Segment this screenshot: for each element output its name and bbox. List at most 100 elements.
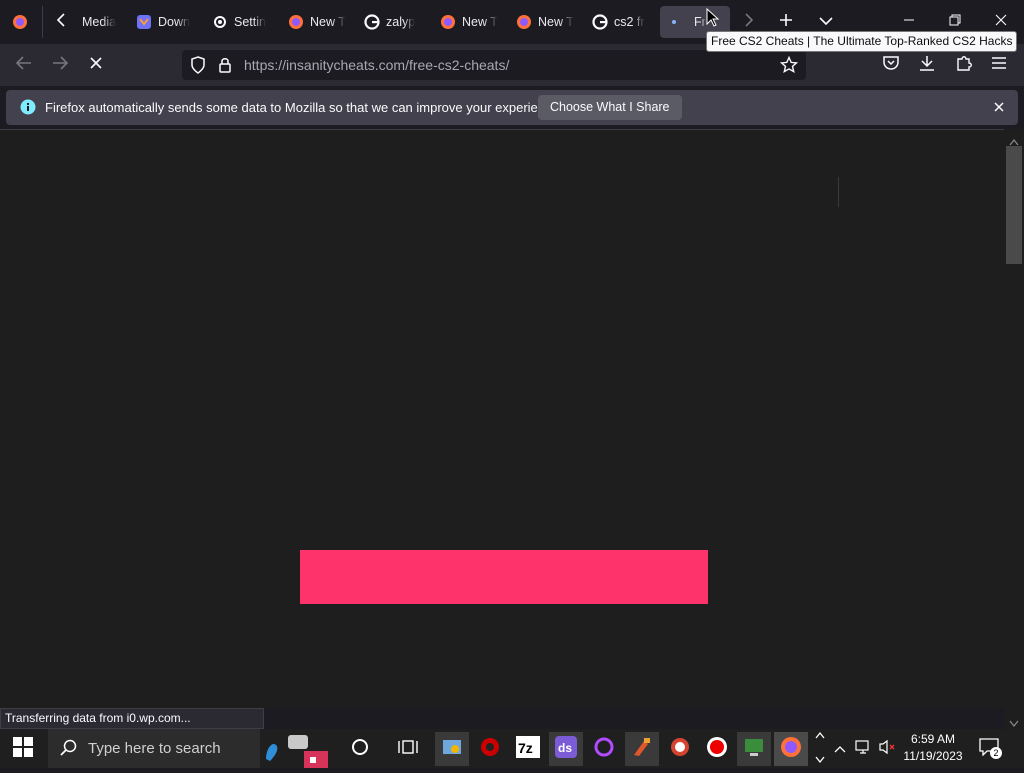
monitor-app-icon	[743, 736, 765, 763]
google-icon	[592, 14, 608, 30]
tab-new-tab-1[interactable]: New T	[284, 6, 346, 38]
chevron-up-icon	[834, 740, 846, 758]
red-gear-app-icon	[479, 736, 501, 763]
brush-app-icon	[631, 736, 653, 763]
gear-icon	[212, 14, 228, 30]
cortana-button[interactable]	[343, 732, 377, 766]
close-icon	[995, 13, 1007, 31]
network-status-button[interactable]	[852, 732, 876, 766]
stop-loading-button[interactable]	[84, 53, 108, 77]
close-icon	[994, 102, 1004, 112]
notification-icon: 2	[979, 737, 1002, 761]
google-icon	[364, 14, 380, 30]
divider	[42, 6, 43, 38]
windows-logo-icon	[13, 736, 33, 762]
task-view-button[interactable]	[391, 732, 425, 766]
taskbar-scroll-button[interactable]	[812, 729, 828, 768]
volume-button[interactable]	[876, 732, 900, 766]
svg-text:ds: ds	[558, 741, 572, 755]
app-menu-button[interactable]	[991, 56, 1007, 75]
arrow-left-icon	[15, 55, 32, 75]
taskbar-app-recorder[interactable]	[700, 732, 734, 766]
opera-gx-icon	[593, 736, 615, 763]
ds-app-icon: ds	[555, 735, 577, 763]
firefox-icon	[780, 736, 802, 763]
start-button[interactable]	[6, 732, 40, 766]
page-banner-block[interactable]	[300, 550, 708, 604]
clock-date: 11/19/2023	[903, 749, 963, 763]
cortana-circle-icon	[351, 738, 369, 761]
tab-label: Media	[82, 15, 117, 29]
divider	[0, 129, 1024, 130]
notification-count-badge: 2	[990, 746, 1002, 759]
tab-google-zalyp[interactable]: zalyp	[360, 6, 422, 38]
tab-label: cs2 fr	[614, 15, 645, 29]
download-shield-icon	[136, 14, 152, 30]
scroll-tabs-left-button[interactable]	[50, 6, 72, 38]
tab-label: Down	[158, 15, 190, 29]
mouse-cursor-icon	[706, 7, 720, 33]
notification-bar: Firefox automatically sends some data to…	[6, 90, 1018, 125]
record-icon	[706, 736, 728, 763]
tab-label: Settin	[234, 15, 266, 29]
bookmark-star-icon[interactable]	[779, 55, 799, 79]
choose-what-i-share-button[interactable]: Choose What I Share	[538, 95, 682, 120]
puzzle-icon	[955, 56, 973, 76]
tab-media[interactable]: Media	[76, 6, 120, 38]
scrollbar-thumb[interactable]	[1006, 146, 1022, 264]
taskbar-app-control-panel[interactable]	[435, 732, 469, 766]
tab-downloads[interactable]: Down	[132, 6, 196, 38]
cpu-app-icon	[669, 736, 691, 763]
tab-label: New T	[538, 15, 574, 29]
tab-label: zalyp	[386, 15, 416, 29]
clock-time: 6:59 AM	[910, 732, 956, 746]
taskbar-search-box[interactable]: Type here to search	[48, 729, 260, 768]
info-icon	[20, 99, 36, 120]
chevron-down-icon	[819, 13, 833, 31]
back-button[interactable]	[12, 53, 36, 77]
tab-google-cs2[interactable]: cs2 fr	[588, 6, 650, 38]
search-placeholder: Type here to search	[88, 740, 221, 757]
show-hidden-icons-button[interactable]	[830, 732, 850, 766]
taskbar-app-7zip[interactable]: 7z	[511, 732, 545, 766]
taskbar-app-opera[interactable]	[587, 732, 621, 766]
taskbar-app-cpu[interactable]	[663, 732, 697, 766]
taskbar-app-gear-red[interactable]	[473, 732, 507, 766]
downloads-button[interactable]	[918, 54, 936, 77]
taskbar-clock[interactable]: 6:59 AM 11/19/2023	[900, 731, 966, 765]
forward-button[interactable]	[48, 53, 72, 77]
action-center-button[interactable]: 2	[972, 732, 1006, 766]
minimize-icon	[903, 13, 915, 31]
close-notification-button[interactable]	[993, 100, 1005, 118]
download-icon	[918, 56, 936, 76]
search-highlight-image[interactable]	[262, 729, 338, 768]
firefox-icon	[440, 14, 456, 30]
taskbar-app-ccleaner[interactable]	[625, 732, 659, 766]
url-text[interactable]: https://insanitycheats.com/free-cs2-chea…	[244, 57, 509, 73]
7zip-icon: 7z	[516, 735, 540, 763]
pocket-button[interactable]	[882, 54, 900, 77]
tab-tooltip: Free CS2 Cheats | The Ultimate Top-Ranke…	[706, 31, 1018, 52]
firefox-icon	[288, 14, 304, 30]
plus-icon	[779, 13, 793, 32]
task-view-icon	[398, 738, 418, 761]
taskbar-app-firefox[interactable]	[774, 732, 808, 766]
divider	[838, 177, 839, 207]
taskbar-app-monitor[interactable]	[737, 732, 771, 766]
firefox-view-tab[interactable]	[8, 6, 34, 38]
chevron-right-icon	[743, 12, 755, 32]
loading-dot-icon	[666, 14, 682, 30]
speaker-muted-icon	[879, 739, 897, 760]
lock-icon[interactable]	[218, 56, 232, 79]
url-bar[interactable]: https://insanitycheats.com/free-cs2-chea…	[182, 50, 806, 80]
network-icon	[855, 739, 873, 760]
taskbar: Type here to search 7z ds 6:59 AM 11/19/…	[0, 729, 1024, 768]
svg-text:7z: 7z	[518, 740, 533, 756]
tab-new-tab-2[interactable]: New T	[436, 6, 498, 38]
tracking-shield-icon[interactable]	[190, 56, 206, 79]
taskbar-app-ds[interactable]: ds	[549, 732, 583, 766]
tab-settings[interactable]: Settin	[208, 6, 270, 38]
notification-message: Firefox automatically sends some data to…	[45, 100, 563, 115]
tab-new-tab-3[interactable]: New T	[512, 6, 574, 38]
extensions-button[interactable]	[955, 54, 973, 77]
